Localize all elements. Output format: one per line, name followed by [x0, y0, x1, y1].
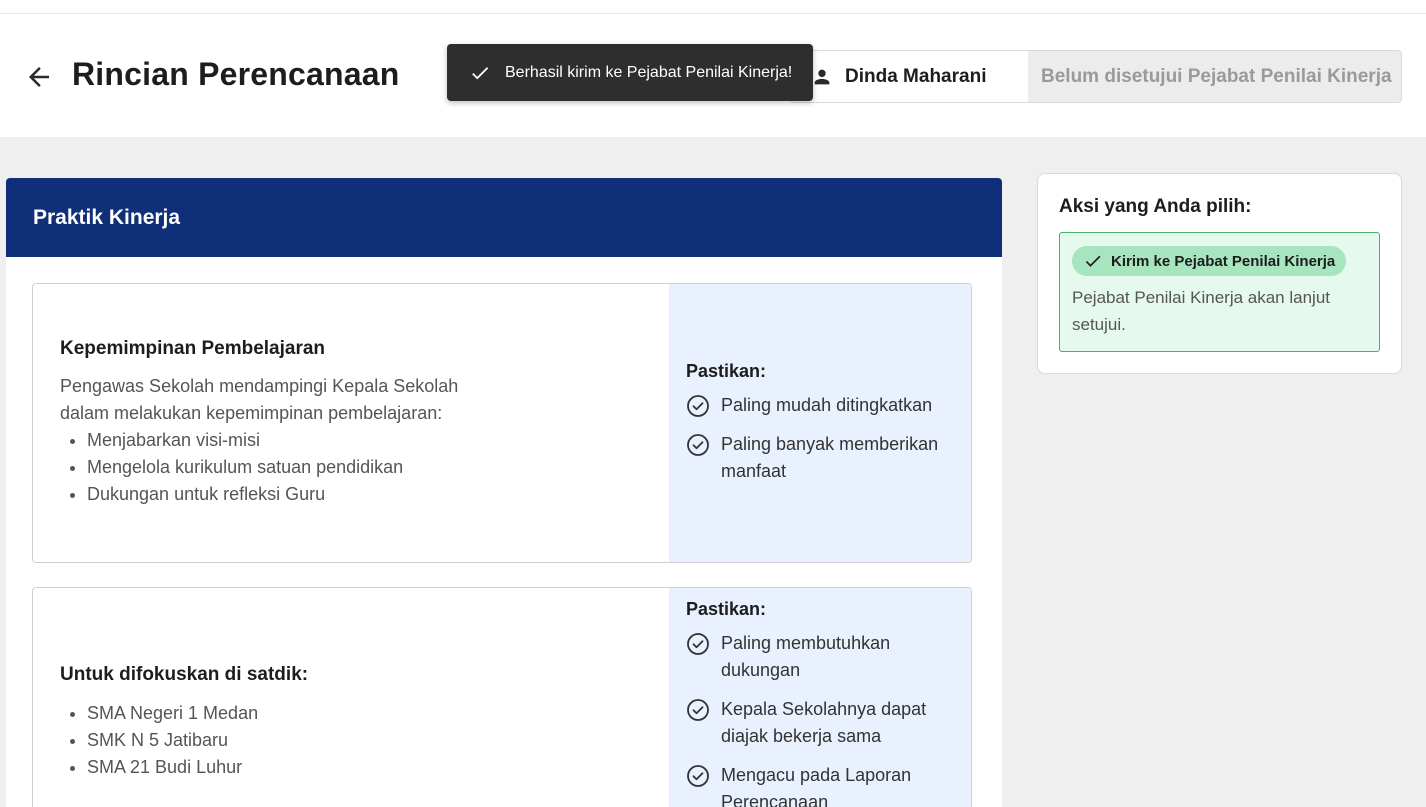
- check-icon: [1085, 255, 1101, 267]
- pastikan-panel: Pastikan: Paling mudah ditingkatkan Pali…: [669, 284, 971, 562]
- page-title: Rincian Perencanaan: [72, 56, 400, 92]
- practice-item-content: Kepemimpinan Pembelajaran Pengawas Sekol…: [33, 284, 669, 562]
- check-icon: [472, 66, 489, 79]
- user-status-box: Dinda Maharani Belum disetujui Pejabat P…: [790, 50, 1402, 103]
- approval-status-label: Belum disetujui Pejabat Penilai Kinerja: [1041, 65, 1392, 87]
- practice-bullet-list: Menjabarkan visi-misi Mengelola kurikulu…: [60, 427, 669, 508]
- pastikan-label: Pastikan:: [686, 361, 767, 381]
- selected-action-card: Aksi yang Anda pilih: Kirim ke Pejabat P…: [1037, 173, 1402, 374]
- check-text: Paling banyak memberikan manfaat: [721, 434, 939, 481]
- practice-heading: Untuk difokuskan di satdik:: [60, 664, 309, 685]
- user-name: Dinda Maharani: [845, 65, 987, 87]
- action-pill-label: Kirim ke Pejabat Penilai Kinerja: [1111, 252, 1336, 270]
- practice-heading: Kepemimpinan Pembelajaran: [60, 338, 326, 359]
- list-item: Dukungan untuk refleksi Guru: [87, 481, 669, 508]
- practice-description: Pengawas Sekolah mendampingi Kepala Seko…: [60, 376, 459, 423]
- list-item: SMK N 5 Jatibaru: [87, 727, 669, 754]
- check-text: Paling membutuhkan dukungan: [721, 633, 891, 680]
- card-header: Praktik Kinerja: [6, 178, 1002, 257]
- success-toast: Berhasil kirim ke Pejabat Penilai Kinerj…: [447, 44, 813, 101]
- arrow-left-icon: [29, 67, 49, 87]
- check-item: Mengacu pada Laporan Perencanaan: [686, 762, 951, 807]
- approval-status: Belum disetujui Pejabat Penilai Kinerja: [1028, 51, 1401, 102]
- pastikan-panel: Pastikan: Paling membutuhkan dukungan Ke…: [669, 588, 971, 807]
- card-title: Praktik Kinerja: [33, 205, 181, 229]
- list-item: Menjabarkan visi-misi: [87, 427, 669, 454]
- back-button[interactable]: [22, 60, 56, 94]
- practice-item-content: Untuk difokuskan di satdik: SMA Negeri 1…: [33, 588, 669, 807]
- check-item: Paling banyak memberikan manfaat: [686, 431, 951, 485]
- pastikan-label: Pastikan:: [686, 599, 767, 619]
- check-item: Kepala Sekolahnya dapat diajak bekerja s…: [686, 696, 951, 750]
- person-icon: [814, 69, 830, 84]
- list-item: SMA 21 Budi Luhur: [87, 754, 669, 781]
- check-item: Paling membutuhkan dukungan: [686, 630, 951, 684]
- check-circle-icon: [687, 699, 709, 721]
- practice-item: Kepemimpinan Pembelajaran Pengawas Sekol…: [32, 283, 972, 563]
- check-circle-icon: [687, 633, 709, 655]
- list-item: SMA Negeri 1 Medan: [87, 700, 669, 727]
- school-list: SMA Negeri 1 Medan SMK N 5 Jatibaru SMA …: [60, 700, 669, 781]
- top-strip: [0, 0, 1426, 14]
- toast-message: Berhasil kirim ke Pejabat Penilai Kinerj…: [505, 63, 793, 81]
- check-circle-icon: [687, 395, 709, 417]
- check-circle-icon: [687, 434, 709, 456]
- check-text: Kepala Sekolahnya dapat diajak bekerja s…: [721, 699, 927, 746]
- selected-action-option[interactable]: Kirim ke Pejabat Penilai Kinerja Pejabat…: [1059, 232, 1380, 352]
- check-item: Paling mudah ditingkatkan: [686, 392, 951, 419]
- check-text: Mengacu pada Laporan Perencanaan: [721, 765, 912, 807]
- practice-item: Untuk difokuskan di satdik: SMA Negeri 1…: [32, 587, 972, 807]
- action-pill: Kirim ke Pejabat Penilai Kinerja: [1072, 246, 1347, 276]
- check-circle-icon: [687, 765, 709, 787]
- list-item: Mengelola kurikulum satuan pendidikan: [87, 454, 669, 481]
- action-description: Pejabat Penilai Kinerja akan lanjut setu…: [1072, 288, 1331, 334]
- user-info: Dinda Maharani: [791, 51, 1028, 102]
- praktik-kinerja-card: Praktik Kinerja Kepemimpinan Pembelajara…: [6, 178, 1002, 807]
- action-title: Aksi yang Anda pilih:: [1059, 196, 1252, 217]
- check-text: Paling mudah ditingkatkan: [721, 395, 933, 415]
